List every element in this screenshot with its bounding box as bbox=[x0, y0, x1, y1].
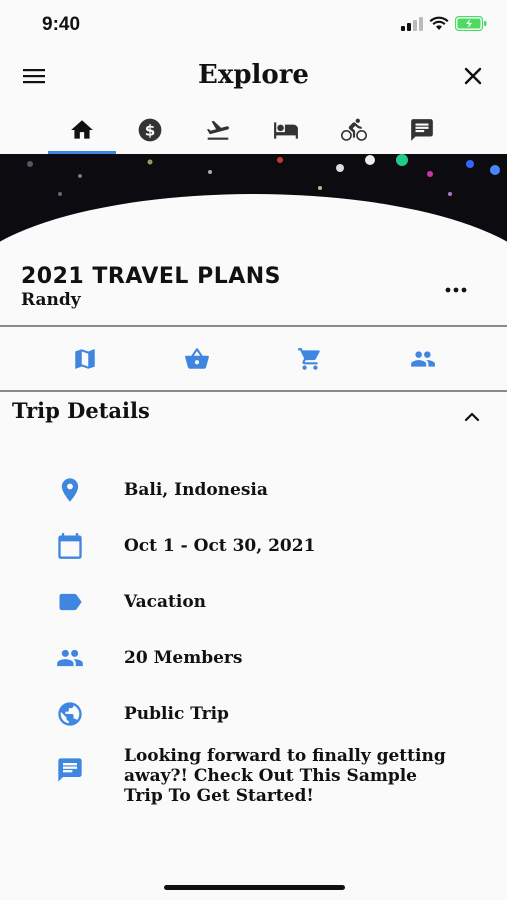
trip-owner: Randy bbox=[21, 290, 81, 310]
trip-action-row bbox=[0, 340, 507, 378]
collapse-button[interactable] bbox=[463, 408, 481, 426]
close-icon bbox=[464, 67, 482, 85]
section-title-trip-details: Trip Details bbox=[12, 398, 150, 423]
more-options-button[interactable] bbox=[443, 280, 469, 300]
calendar-icon bbox=[58, 533, 82, 559]
cart-button[interactable] bbox=[295, 344, 325, 374]
map-button[interactable] bbox=[70, 344, 100, 374]
detail-members-text: 20 Members bbox=[124, 648, 243, 668]
group-icon bbox=[57, 649, 83, 667]
status-icons bbox=[401, 16, 487, 31]
close-button[interactable] bbox=[461, 64, 489, 92]
home-icon bbox=[71, 120, 93, 139]
hotel-icon bbox=[274, 122, 298, 139]
detail-description-text: Looking forward to finally getting away?… bbox=[124, 746, 446, 806]
chat-icon bbox=[411, 119, 433, 141]
detail-type-text: Vacation bbox=[124, 592, 207, 612]
wifi-icon bbox=[429, 16, 449, 30]
members-button[interactable] bbox=[408, 344, 438, 374]
signal-icon bbox=[401, 16, 423, 31]
home-indicator[interactable] bbox=[164, 885, 345, 890]
status-bar: 9:40 bbox=[0, 0, 507, 50]
app-header: Explore bbox=[0, 50, 507, 106]
category-tabs: $ bbox=[0, 106, 507, 154]
trip-cover-image: 2021 bbox=[0, 154, 507, 250]
battery-icon bbox=[455, 16, 487, 31]
map-icon bbox=[75, 349, 95, 369]
basket-button[interactable] bbox=[182, 344, 212, 374]
tab-hotels[interactable] bbox=[252, 106, 320, 154]
dollar-icon: $ bbox=[138, 118, 162, 142]
divider bbox=[0, 325, 507, 327]
flight-icon bbox=[206, 120, 229, 140]
tag-icon bbox=[59, 593, 82, 611]
group-icon bbox=[411, 351, 435, 367]
tab-budget[interactable]: $ bbox=[116, 106, 184, 154]
cart-icon bbox=[298, 348, 320, 370]
detail-visibility-text: Public Trip bbox=[124, 704, 229, 724]
location-pin-icon bbox=[61, 478, 79, 502]
tab-activities[interactable] bbox=[320, 106, 388, 154]
tab-flights[interactable] bbox=[184, 106, 252, 154]
divider bbox=[0, 390, 507, 392]
basket-icon bbox=[185, 348, 209, 369]
detail-dates-text: Oct 1 - Oct 30, 2021 bbox=[124, 536, 316, 556]
page-title: Explore bbox=[198, 60, 309, 90]
globe-icon bbox=[58, 702, 82, 726]
tab-messages[interactable] bbox=[388, 106, 456, 154]
trip-title: 2021 TRAVEL PLANS bbox=[21, 264, 282, 289]
status-time: 9:40 bbox=[42, 14, 81, 35]
tab-home[interactable] bbox=[48, 106, 116, 154]
detail-location-text: Bali, Indonesia bbox=[124, 480, 268, 500]
bicycle-icon bbox=[341, 118, 367, 141]
message-icon bbox=[58, 758, 82, 782]
chevron-up-icon bbox=[464, 412, 480, 422]
more-horizontal-icon bbox=[445, 287, 467, 293]
svg-text:$: $ bbox=[145, 121, 156, 139]
